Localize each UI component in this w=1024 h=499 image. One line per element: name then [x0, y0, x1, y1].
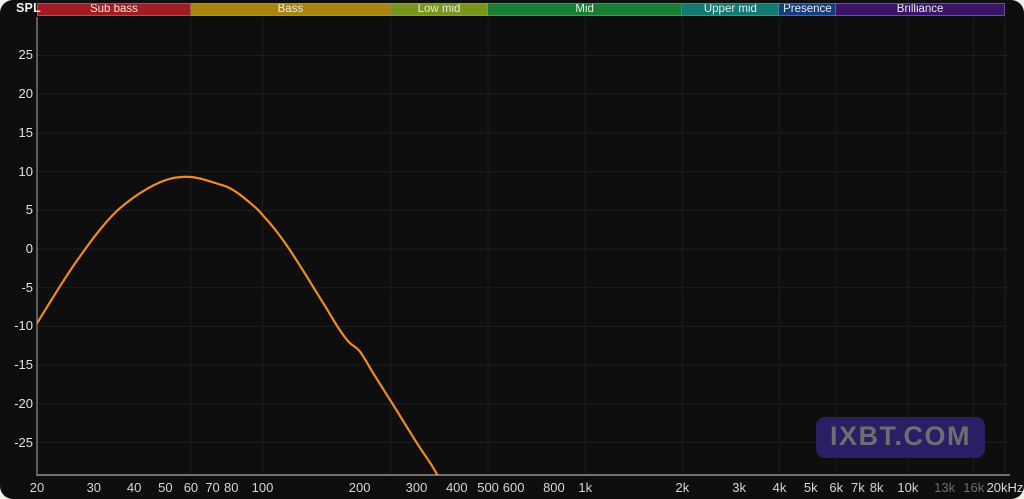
ixbt-watermark: IXBT.COM [816, 417, 985, 458]
y-tick-label: 20 [0, 86, 33, 102]
y-tick-label: 5 [0, 202, 33, 218]
x-tick-label-2k: 2k [675, 480, 689, 496]
x-tick-label-7k: 7k [851, 480, 865, 496]
band-brilliance: Brilliance [836, 3, 1005, 16]
x-tick-label-100: 100 [252, 480, 274, 496]
band-sub-bass: Sub bass [37, 3, 191, 16]
y-tick-label: 25 [0, 47, 33, 63]
frequency-response-chart: SPL Sub bass Bass Low mid Mid Upper mid Prese… [0, 0, 1024, 499]
frequency-bands-bar: Sub bass Bass Low mid Mid Upper mid Presence B… [0, 3, 1024, 16]
x-tick-label-10k: 10k [897, 480, 918, 496]
x-tick-label-500: 500 [477, 480, 499, 496]
band-label: Sub bass [90, 4, 138, 15]
x-tick-label-200: 200 [349, 480, 371, 496]
x-tick-label-50: 50 [158, 480, 172, 496]
x-tick-label-40: 40 [127, 480, 141, 496]
x-tick-label-8k: 8k [870, 480, 884, 496]
band-upper-mid: Upper mid [682, 3, 779, 16]
band-mid: Mid [488, 3, 682, 16]
x-tick-label-4k: 4k [773, 480, 787, 496]
x-tick-label-600: 600 [503, 480, 525, 496]
response-curve [37, 177, 448, 493]
x-tick-label-1k: 1k [578, 480, 592, 496]
y-tick-label: 10 [0, 164, 33, 180]
band-label: Presence [783, 4, 832, 15]
band-presence: Presence [779, 3, 836, 16]
y-tick-label: -10 [0, 318, 33, 334]
x-tick-label-400: 400 [446, 480, 468, 496]
x-tick-label-3k: 3k [732, 480, 746, 496]
y-tick-label: -25 [0, 435, 33, 451]
y-tick-label: -5 [0, 280, 33, 296]
x-tick-label-20: 20 [30, 480, 44, 496]
band-label: Brilliance [897, 4, 944, 15]
band-low-mid: Low mid [391, 3, 488, 16]
x-tick-label-30: 30 [87, 480, 101, 496]
x-tick-label-300: 300 [406, 480, 428, 496]
x-tick-label-80: 80 [224, 480, 238, 496]
x-tick-label-5k: 5k [804, 480, 818, 496]
band-bass: Bass [191, 3, 391, 16]
band-label: Bass [278, 4, 304, 15]
page: SPL Sub bass Bass Low mid Mid Upper mid Prese… [0, 0, 1024, 499]
x-tick-label-16k: 16k [963, 480, 984, 496]
spl-axis-label: SPL [16, 1, 41, 15]
y-tick-label: 0 [0, 241, 33, 257]
x-tick-label-70: 70 [205, 480, 219, 496]
x-tick-label-20kHz: 20kHz [987, 480, 1024, 496]
y-tick-label: -20 [0, 396, 33, 412]
band-label: Mid [575, 4, 594, 15]
band-label: Upper mid [704, 4, 757, 15]
band-label: Low mid [418, 4, 461, 15]
x-tick-label-6k: 6k [829, 480, 843, 496]
x-tick-label-13k: 13k [934, 480, 955, 496]
x-tick-label-800: 800 [543, 480, 565, 496]
y-tick-label: -15 [0, 357, 33, 373]
y-tick-label: 15 [0, 125, 33, 141]
x-tick-label-60: 60 [184, 480, 198, 496]
